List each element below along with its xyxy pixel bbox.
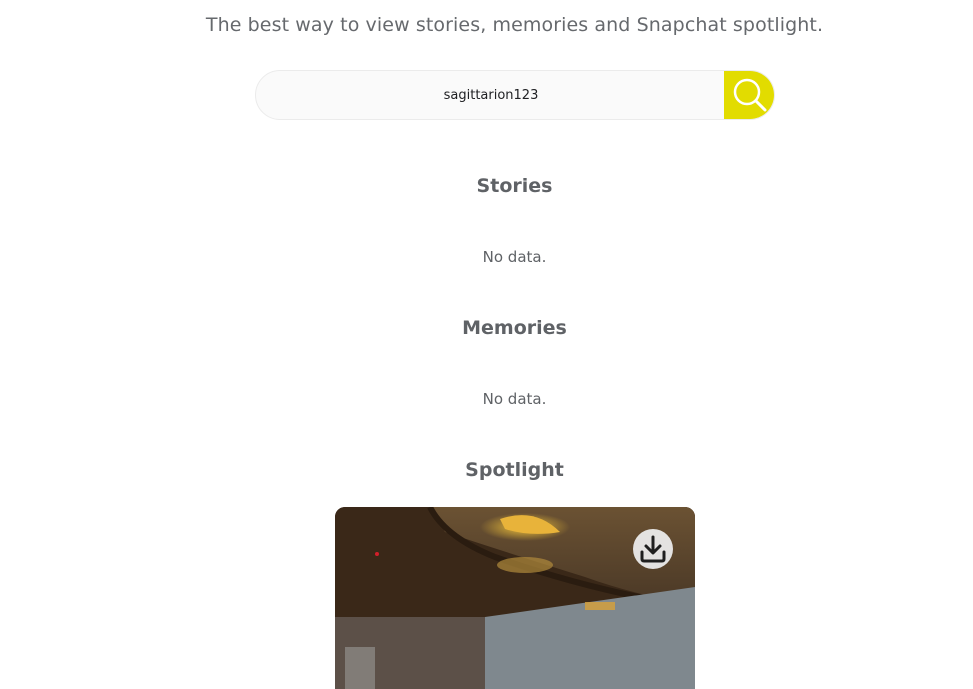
search-button[interactable] (724, 71, 774, 119)
spotlight-title: Spotlight (465, 459, 564, 481)
search-bar (255, 70, 775, 120)
spotlight-item[interactable] (335, 507, 695, 689)
memories-empty-text: No data. (482, 390, 547, 408)
stories-empty-text: No data. (482, 248, 547, 266)
download-button[interactable] (633, 529, 673, 569)
stories-title: Stories (476, 175, 553, 197)
memories-title: Memories (462, 317, 567, 339)
search-icon (733, 78, 767, 112)
page-tagline: The best way to view stories, memories a… (205, 14, 824, 36)
download-icon (640, 535, 666, 563)
page: The best way to view stories, memories a… (0, 0, 973, 689)
search-input[interactable] (256, 71, 726, 119)
